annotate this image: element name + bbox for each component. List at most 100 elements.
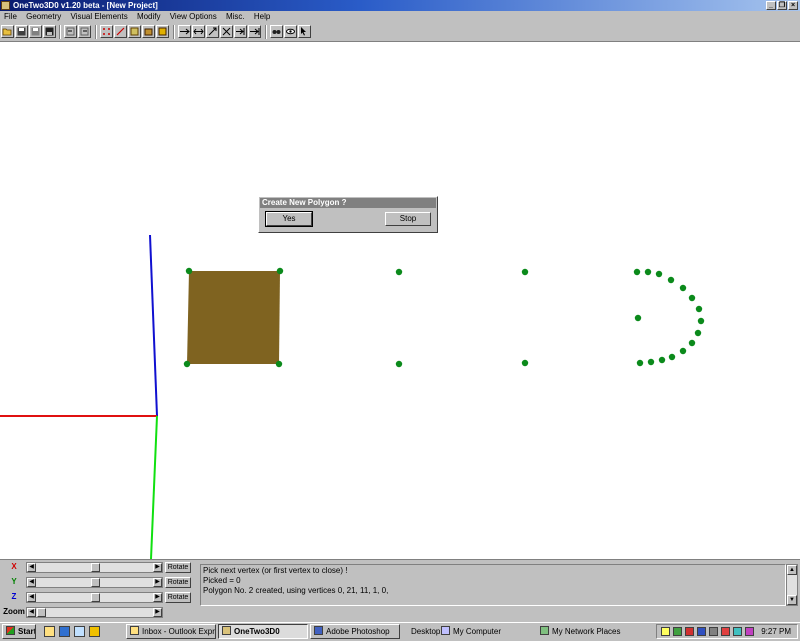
vertex-point[interactable] xyxy=(688,339,696,347)
tray-app-icon[interactable] xyxy=(745,627,754,636)
slider-left-arrow-icon[interactable]: ◀ xyxy=(27,578,36,587)
open-folder-icon[interactable] xyxy=(1,25,14,38)
app-icon[interactable] xyxy=(1,1,10,10)
polygon-tool-icon[interactable] xyxy=(128,25,141,38)
menu-view-options[interactable]: View Options xyxy=(170,12,217,21)
slider-right-arrow-icon[interactable]: ▶ xyxy=(153,563,162,572)
move-vertical-icon[interactable] xyxy=(234,25,247,38)
taskbar-outlook[interactable]: Inbox - Outlook Express xyxy=(126,624,216,639)
x-rotation-slider[interactable]: ◀ ▶ xyxy=(26,562,163,573)
restore-button[interactable]: ❐ xyxy=(777,1,787,10)
vertex-point[interactable] xyxy=(183,360,191,368)
network-places-link[interactable]: My Network Places xyxy=(540,626,620,636)
slider-thumb[interactable] xyxy=(37,608,46,617)
vertex-point[interactable] xyxy=(647,358,655,366)
vertex-point[interactable] xyxy=(668,353,676,361)
move-icon[interactable] xyxy=(178,25,191,38)
tray-app-icon[interactable] xyxy=(721,627,730,636)
point-tool-icon[interactable] xyxy=(100,25,113,38)
slider-left-arrow-icon[interactable]: ◀ xyxy=(27,563,36,572)
vertex-point[interactable] xyxy=(655,270,663,278)
antivirus-icon[interactable] xyxy=(685,627,694,636)
vertex-point[interactable] xyxy=(667,276,675,284)
viewport-canvas[interactable]: Create New Polygon ? Yes Stop xyxy=(0,42,800,560)
vertex-point[interactable] xyxy=(521,268,529,276)
slider-right-arrow-icon[interactable]: ▶ xyxy=(153,578,162,587)
slider-thumb[interactable] xyxy=(91,563,100,572)
slider-right-arrow-icon[interactable]: ▶ xyxy=(153,608,162,617)
vertex-point[interactable] xyxy=(695,305,703,313)
scroll-up-icon[interactable]: ▲ xyxy=(787,565,797,575)
outlook-quicklaunch-icon[interactable] xyxy=(44,626,55,637)
move-diagonal-icon[interactable] xyxy=(206,25,219,38)
disk-icon[interactable] xyxy=(43,25,56,38)
vertex-point[interactable] xyxy=(395,268,403,276)
menu-misc[interactable]: Misc. xyxy=(226,12,245,21)
menu-modify[interactable]: Modify xyxy=(137,12,161,21)
slider-left-arrow-icon[interactable]: ◀ xyxy=(27,608,36,617)
slider-thumb[interactable] xyxy=(91,593,100,602)
vertex-point[interactable] xyxy=(688,294,696,302)
slider-left-arrow-icon[interactable]: ◀ xyxy=(27,593,36,602)
minimize-button[interactable]: _ xyxy=(766,1,776,10)
undo-icon[interactable] xyxy=(64,25,77,38)
menu-file[interactable]: File xyxy=(4,12,17,21)
menu-visual-elements[interactable]: Visual Elements xyxy=(70,12,127,21)
tray-app-icon[interactable] xyxy=(697,627,706,636)
move-horizontal-icon[interactable] xyxy=(192,25,205,38)
vertex-point[interactable] xyxy=(694,329,702,337)
line-tool-icon[interactable] xyxy=(114,25,127,38)
vertex-point[interactable] xyxy=(276,267,284,275)
scene-svg[interactable] xyxy=(0,42,800,560)
vertex-point[interactable] xyxy=(679,284,687,292)
vertex-point[interactable] xyxy=(521,359,529,367)
scale-icon[interactable] xyxy=(220,25,233,38)
vertex-point[interactable] xyxy=(658,356,666,364)
zoom-slider[interactable]: ◀ ▶ xyxy=(26,607,163,618)
tray-app-icon[interactable] xyxy=(709,627,718,636)
slider-thumb[interactable] xyxy=(91,578,100,587)
box-tool-icon[interactable] xyxy=(142,25,155,38)
rotate-x-button[interactable]: Rotate xyxy=(165,562,191,573)
rotate-y-button[interactable]: Rotate xyxy=(165,577,191,588)
redo-icon[interactable] xyxy=(78,25,91,38)
speaker-icon[interactable] xyxy=(661,627,670,636)
vertex-point[interactable] xyxy=(185,267,193,275)
scroll-down-icon[interactable]: ▼ xyxy=(787,595,797,605)
texture-tool-icon[interactable] xyxy=(156,25,169,38)
taskbar-photoshop[interactable]: Adobe Photoshop xyxy=(310,624,400,639)
vertex-point[interactable] xyxy=(636,359,644,367)
save-icon[interactable] xyxy=(15,25,28,38)
media-player-icon[interactable] xyxy=(89,626,100,637)
vertex-point[interactable] xyxy=(395,360,403,368)
tray-app-icon[interactable] xyxy=(733,627,742,636)
vertex-point[interactable] xyxy=(633,268,641,276)
vertex-point[interactable] xyxy=(697,317,705,325)
vertex-point[interactable] xyxy=(679,347,687,355)
y-rotation-slider[interactable]: ◀ ▶ xyxy=(26,577,163,588)
menu-geometry[interactable]: Geometry xyxy=(26,12,61,21)
menu-help[interactable]: Help xyxy=(254,12,270,21)
stop-button[interactable]: Stop xyxy=(385,212,431,226)
taskbar-onetwo3d[interactable]: OneTwo3D0 xyxy=(218,624,308,639)
binoculars-icon[interactable] xyxy=(270,25,283,38)
log-scrollbar[interactable]: ▲ ▼ xyxy=(786,564,798,606)
vertex-point[interactable] xyxy=(634,314,642,322)
yes-button[interactable]: Yes xyxy=(265,211,313,227)
z-rotation-slider[interactable]: ◀ ▶ xyxy=(26,592,163,603)
internet-explorer-icon[interactable] xyxy=(59,626,70,637)
show-desktop-icon[interactable] xyxy=(74,626,85,637)
my-computer-link[interactable]: My Computer xyxy=(441,626,501,636)
desktop-toolbar-label[interactable]: Desktop xyxy=(411,627,440,636)
vertex-point[interactable] xyxy=(275,360,283,368)
network-tray-icon[interactable] xyxy=(673,627,682,636)
vertex-point[interactable] xyxy=(644,268,652,276)
created-polygon[interactable] xyxy=(187,271,280,364)
close-button[interactable]: × xyxy=(788,1,798,10)
cursor-icon[interactable] xyxy=(298,25,311,38)
start-button[interactable]: Start xyxy=(2,624,36,639)
save-as-icon[interactable] xyxy=(29,25,42,38)
rotate-z-button[interactable]: Rotate xyxy=(165,592,191,603)
eye-icon[interactable] xyxy=(284,25,297,38)
slider-right-arrow-icon[interactable]: ▶ xyxy=(153,593,162,602)
